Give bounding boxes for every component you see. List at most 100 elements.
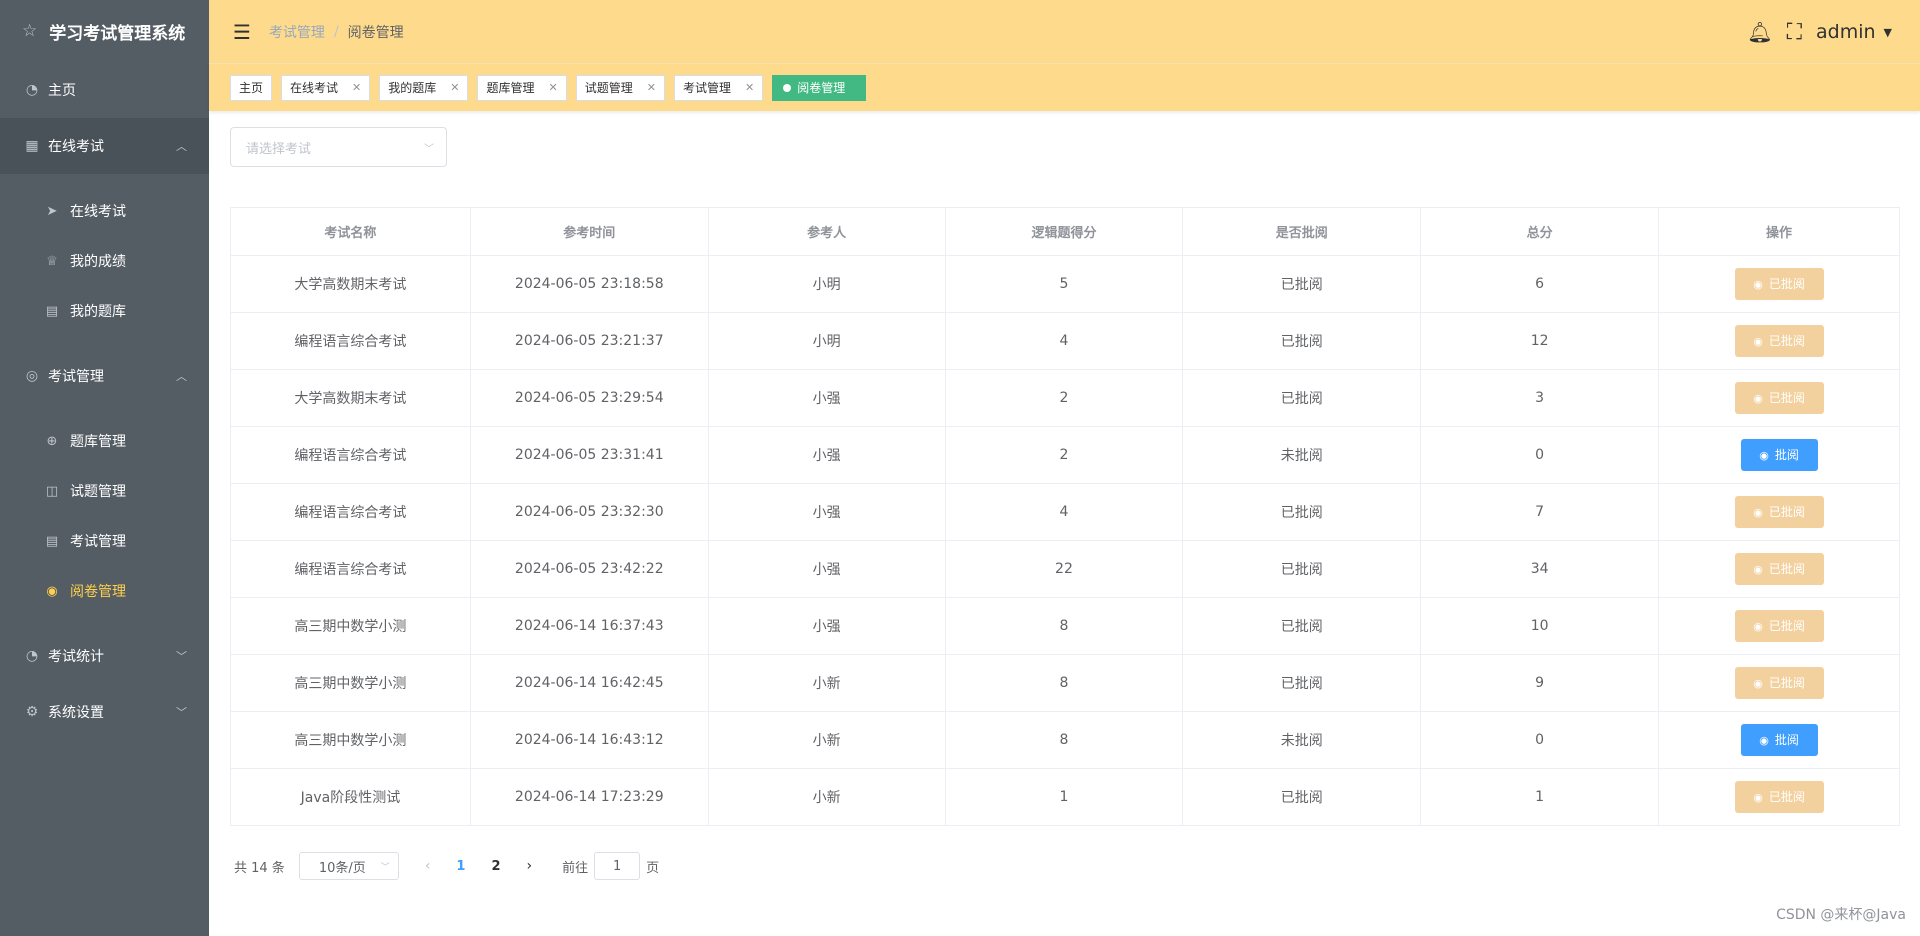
sidebar-group-system-settings[interactable]: ⚙ 系统设置 ﹀ xyxy=(0,684,209,740)
cell-person: 小新 xyxy=(707,711,946,769)
sidebar-item-grading-management[interactable]: ◉ 阅卷管理 xyxy=(0,566,209,616)
reviewed-button[interactable]: ◉ 已批阅 xyxy=(1734,553,1824,585)
cell-time: 2024-06-05 23:18:58 xyxy=(469,255,709,313)
review-button[interactable]: ◉ 批阅 xyxy=(1740,724,1818,756)
goto-page-input[interactable]: 1 xyxy=(594,852,641,880)
sidebar-item-my-question-bank[interactable]: ▤ 我的题库 xyxy=(0,286,209,336)
table-body: 大学高数期末考试 2024-06-05 23:18:58 小明 5 已批阅 6 ◉ 已批阅 编程… xyxy=(230,255,1900,826)
sidebar-item-label: 我的成绩 xyxy=(70,254,126,270)
cell-time: 2024-06-14 16:42:45 xyxy=(469,654,709,712)
column-header: 参考时间 xyxy=(469,207,709,256)
column-header: 考试名称 xyxy=(230,207,471,256)
tag-grading-management[interactable]: 阅卷管理 xyxy=(772,74,867,101)
pagination-total: 共 14 条 xyxy=(234,860,285,876)
tag-home[interactable]: 主页 xyxy=(230,74,273,101)
tag-label: 题库管理 xyxy=(486,81,535,95)
sidebar-item-my-scores[interactable]: ♕ 我的成绩 xyxy=(0,236,209,286)
dashboard-icon: ◔ xyxy=(25,82,39,98)
sidebar-item-home[interactable]: ◔ 主页 xyxy=(0,62,209,118)
cell-action: ◉ 已批阅 xyxy=(1658,312,1900,370)
hamburger-icon[interactable]: ☰ xyxy=(233,20,251,44)
cell-action: ◉ 已批阅 xyxy=(1658,483,1900,541)
close-icon[interactable]: ✕ xyxy=(745,81,754,94)
table-row: 高三期中数学小测 2024-06-14 16:43:12 小新 8 未批阅 0 ◉ 批阅 xyxy=(230,711,1900,769)
cell-person: 小明 xyxy=(707,255,946,313)
breadcrumb-separator: / xyxy=(333,23,339,40)
cell-status: 未批阅 xyxy=(1182,426,1422,484)
reviewed-button[interactable]: ◉ 已批阅 xyxy=(1734,610,1824,642)
tags-view: 主页 在线考试 ✕ 我的题库 ✕ 题库管理 ✕ 试题管理 ✕ 考试管理 ✕ 阅卷… xyxy=(209,64,1920,111)
user-menu[interactable]: admin xyxy=(1816,21,1876,43)
exam-select[interactable]: 请选择考试 ﹀ xyxy=(230,127,447,167)
sidebar-item-label: 试题管理 xyxy=(70,484,126,500)
table-row: 编程语言综合考试 2024-06-05 23:21:37 小明 4 已批阅 12 ◉ 已批阅 xyxy=(230,312,1900,370)
sidebar-item-label: 考试管理 xyxy=(70,534,126,550)
close-icon[interactable]: ✕ xyxy=(549,81,558,94)
sidebar-group-exam-management[interactable]: ◎ 考试管理 ︿ xyxy=(0,348,209,404)
tag-my-question-bank[interactable]: 我的题库 ✕ xyxy=(379,74,469,101)
tag-online-exam[interactable]: 在线考试 ✕ xyxy=(281,74,371,101)
page-size-select[interactable]: 10条/页 ﹀ xyxy=(298,852,399,880)
sidebar-item-question-management[interactable]: ◫ 试题管理 xyxy=(0,466,209,516)
chevron-down-icon: ﹀ xyxy=(176,650,187,663)
fullscreen-icon[interactable]: ⛶ xyxy=(1787,20,1802,45)
eye-icon: ◉ xyxy=(1759,449,1769,462)
reviewed-button[interactable]: ◉ 已批阅 xyxy=(1734,268,1824,300)
page-number[interactable]: 2 xyxy=(491,859,500,874)
reviewed-button[interactable]: ◉ 已批阅 xyxy=(1734,382,1824,414)
prev-page-icon[interactable]: ‹ xyxy=(425,858,431,874)
cell-action: ◉ 已批阅 xyxy=(1658,540,1900,598)
cell-action: ◉ 已批阅 xyxy=(1658,597,1900,655)
cell-total: 3 xyxy=(1420,369,1660,427)
cell-action: ◉ 批阅 xyxy=(1658,426,1900,484)
close-icon[interactable]: ✕ xyxy=(352,81,361,94)
reviewed-button[interactable]: ◉ 已批阅 xyxy=(1734,496,1824,528)
table-row: 高三期中数学小测 2024-06-14 16:37:43 小强 8 已批阅 10 ◉ 已批阅 xyxy=(230,597,1900,655)
close-icon[interactable]: ✕ xyxy=(450,81,459,94)
next-page-icon[interactable]: › xyxy=(527,858,533,874)
cell-action: ◉ 已批阅 xyxy=(1658,255,1900,313)
sidebar-item-exam-management[interactable]: ▤ 考试管理 xyxy=(0,516,209,566)
caret-down-icon[interactable]: ▼ xyxy=(1884,26,1892,39)
pagination: 共 14 条 10条/页 ﹀ ‹ 1 2 › 前往 1 页 xyxy=(234,852,659,880)
eye-icon: ◉ xyxy=(46,583,58,599)
review-button[interactable]: ◉ 批阅 xyxy=(1740,439,1818,471)
cell-total: 34 xyxy=(1420,540,1660,598)
tag-question-management[interactable]: 试题管理 ✕ xyxy=(575,74,665,101)
cell-name: 编程语言综合考试 xyxy=(230,540,471,598)
breadcrumb-item[interactable]: 考试管理 xyxy=(269,22,325,42)
app-logo: ☆ 学习考试管理系统 xyxy=(0,0,209,62)
active-dot-icon xyxy=(783,83,792,92)
button-label: 已批阅 xyxy=(1768,334,1805,348)
breadcrumb: 考试管理 / 阅卷管理 xyxy=(269,22,404,42)
reviewed-button[interactable]: ◉ 已批阅 xyxy=(1734,667,1824,699)
table-row: 编程语言综合考试 2024-06-05 23:31:41 小强 2 未批阅 0 ◉ 批阅 xyxy=(230,426,1900,484)
reviewed-button[interactable]: ◉ 已批阅 xyxy=(1734,781,1824,813)
lifebuoy-icon: ◎ xyxy=(25,368,39,384)
cell-time: 2024-06-14 17:23:29 xyxy=(469,768,709,826)
sidebar-item-question-bank-management[interactable]: ⊕ 题库管理 xyxy=(0,416,209,466)
page-number[interactable]: 1 xyxy=(456,859,465,874)
sidebar-group-exam-statistics[interactable]: ◔ 考试统计 ﹀ xyxy=(0,628,209,684)
exam-management-submenu: ⊕ 题库管理 ◫ 试题管理 ▤ 考试管理 ◉ 阅卷管理 xyxy=(0,404,209,628)
sidebar-item-online-exam[interactable]: ➤ 在线考试 xyxy=(0,186,209,236)
cell-time: 2024-06-14 16:43:12 xyxy=(469,711,709,769)
sidebar-group-online-exam[interactable]: ▦ 在线考试 ︿ xyxy=(0,118,209,174)
cell-action: ◉ 已批阅 xyxy=(1658,768,1900,826)
close-icon[interactable]: ✕ xyxy=(647,81,656,94)
button-label: 批阅 xyxy=(1774,448,1799,462)
send-icon: ➤ xyxy=(46,203,58,219)
button-label: 已批阅 xyxy=(1768,619,1805,633)
sidebar-item-label: 考试统计 xyxy=(48,649,104,665)
tag-question-bank-management[interactable]: 题库管理 ✕ xyxy=(477,74,567,101)
online-exam-submenu: ➤ 在线考试 ♕ 我的成绩 ▤ 我的题库 xyxy=(0,174,209,348)
cell-status: 已批阅 xyxy=(1182,597,1422,655)
cell-time: 2024-06-05 23:21:37 xyxy=(469,312,709,370)
reviewed-button[interactable]: ◉ 已批阅 xyxy=(1734,325,1824,357)
cell-logic: 1 xyxy=(944,768,1184,826)
button-label: 已批阅 xyxy=(1768,505,1805,519)
tag-exam-management[interactable]: 考试管理 ✕ xyxy=(673,74,764,101)
bell-icon[interactable]: 🔔︎ xyxy=(1747,20,1772,44)
table-header-row: 考试名称 参考时间 参考人 逻辑题得分 是否批阅 总分 操作 xyxy=(230,207,1900,256)
sidebar-item-label: 我的题库 xyxy=(70,304,126,320)
